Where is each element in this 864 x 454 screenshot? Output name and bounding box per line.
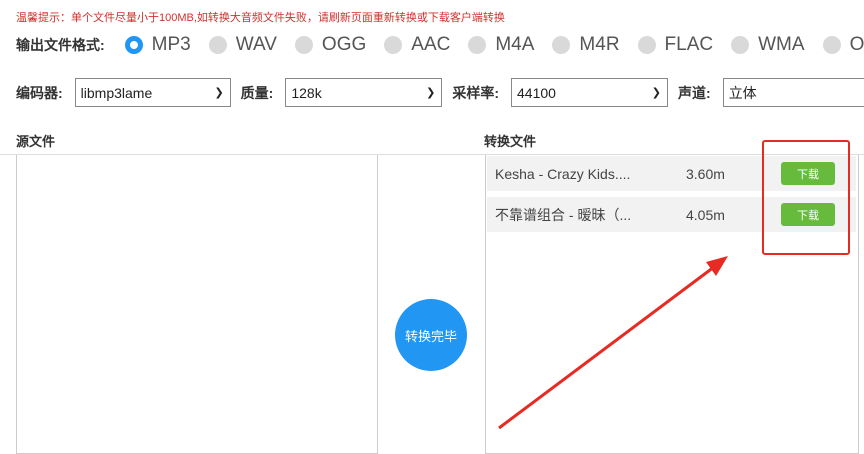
annotation-arrow-icon: [498, 256, 728, 430]
